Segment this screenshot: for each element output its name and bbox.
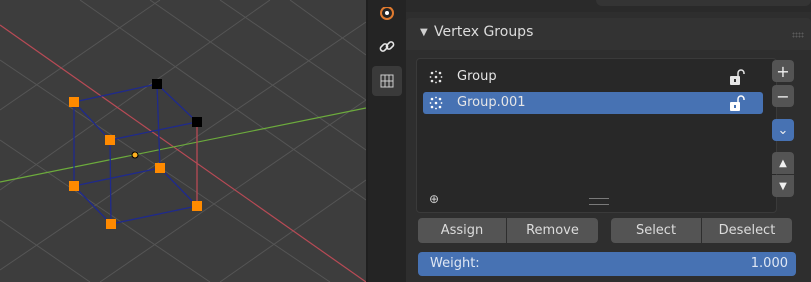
assign-button[interactable]: Assign (418, 218, 507, 243)
tab-object-data[interactable] (372, 66, 402, 96)
list-item-selected[interactable]: Group.001 (423, 92, 763, 114)
weight-value: 1.000 (750, 256, 788, 271)
assign-remove-group: Assign Remove (418, 218, 598, 243)
physics-icon (380, 7, 394, 20)
cube-vertices (69, 79, 202, 229)
list-resize-handle[interactable] (589, 198, 609, 205)
collapse-arrow-icon[interactable]: ▼ (420, 27, 428, 38)
lock-open-icon[interactable] (729, 94, 745, 112)
move-up-button[interactable]: ▲ (772, 152, 794, 174)
viewport-canvas[interactable] (0, 0, 366, 282)
3d-viewport[interactable] (0, 0, 366, 282)
properties-panel: ▼ Vertex Groups Group Group.001 ⊕ + − ⌄ … (406, 0, 811, 282)
vertex-selected (105, 135, 115, 145)
tab-physics[interactable] (372, 0, 402, 30)
previous-panel-edge (596, 0, 811, 6)
move-down-icon: ▼ (779, 180, 787, 192)
vertex-selected (192, 201, 202, 211)
properties-tabs (368, 0, 406, 282)
drag-grip-icon[interactable] (792, 32, 804, 38)
list-item[interactable]: Group (423, 66, 763, 88)
move-down-button[interactable]: ▼ (772, 175, 794, 197)
vertex-groups-header[interactable]: ▼ Vertex Groups (406, 18, 811, 50)
specials-menu-button[interactable]: ⌄ (772, 119, 794, 141)
select-deselect-group: Select Deselect (611, 218, 792, 243)
plus-icon: + (776, 61, 790, 81)
tab-constraints[interactable] (372, 32, 402, 62)
vertex-unselected (152, 79, 162, 89)
weight-label: Weight: (430, 256, 480, 271)
group-name[interactable]: Group.001 (457, 95, 526, 110)
filter-options-icon[interactable]: ⊕ (429, 192, 439, 206)
object-data-icon (380, 74, 394, 88)
move-up-icon: ▲ (779, 157, 787, 169)
vertex-selected (69, 97, 79, 107)
add-group-button[interactable]: + (772, 60, 794, 82)
lock-open-icon[interactable] (729, 68, 745, 86)
minus-icon: − (776, 86, 790, 106)
y-axis-line (0, 107, 366, 183)
chevron-down-icon: ⌄ (777, 122, 789, 138)
vertex-selected (106, 219, 116, 229)
panel-title: Vertex Groups (434, 24, 534, 40)
x-axis-line (0, 24, 366, 282)
object-origin (131, 151, 139, 159)
vertex-group-list[interactable]: Group Group.001 ⊕ (416, 58, 777, 213)
select-button[interactable]: Select (611, 218, 702, 243)
deselect-button[interactable]: Deselect (702, 218, 792, 243)
vertex-selected (69, 181, 79, 191)
vertex-unselected (192, 117, 202, 127)
remove-group-button[interactable]: − (772, 85, 794, 107)
vertex-group-icon (429, 70, 443, 84)
vertex-group-icon (429, 96, 443, 110)
remove-button[interactable]: Remove (507, 218, 598, 243)
vertex-selected (155, 163, 165, 173)
constraint-link-icon (379, 41, 395, 52)
weight-slider[interactable]: Weight: 1.000 (418, 252, 796, 276)
group-name[interactable]: Group (457, 69, 497, 84)
